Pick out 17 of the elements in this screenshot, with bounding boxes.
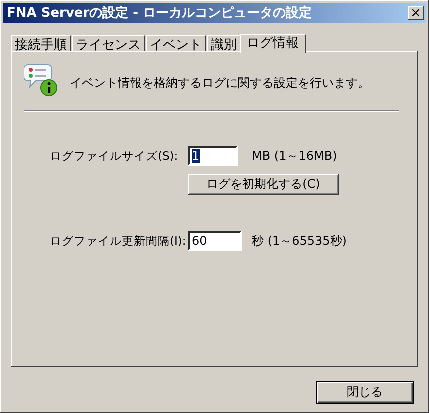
unit-label: 秒 (1～65535秒) bbox=[252, 232, 347, 250]
input-field[interactable]: 1 bbox=[188, 146, 238, 166]
unit-label: MB (1～16MB) bbox=[252, 148, 338, 164]
field-label: ログファイル更新間隔(I): bbox=[50, 234, 188, 248]
input-field[interactable]: 60 bbox=[188, 231, 242, 251]
tab[interactable]: ライセンス bbox=[72, 35, 145, 51]
field-label: ログファイルサイズ(S): bbox=[50, 148, 180, 164]
tab[interactable]: ログ情報 bbox=[240, 34, 306, 53]
tab[interactable]: 接続手順 bbox=[11, 35, 71, 51]
close-button[interactable]: × bbox=[408, 6, 424, 20]
window-title: FNA Serverの設定 - ローカルコンピュータの設定 bbox=[7, 4, 312, 22]
tab[interactable]: イベント bbox=[146, 35, 206, 51]
description-text: イベント情報を格納するログに関する設定を行います。 bbox=[70, 74, 370, 92]
reset-log-button[interactable]: ログを初期化する(C) bbox=[188, 174, 339, 195]
tab[interactable]: 識別 bbox=[207, 35, 241, 51]
info-bubble-icon bbox=[24, 62, 60, 98]
close-dialog-button[interactable]: 閉じる bbox=[316, 381, 414, 404]
